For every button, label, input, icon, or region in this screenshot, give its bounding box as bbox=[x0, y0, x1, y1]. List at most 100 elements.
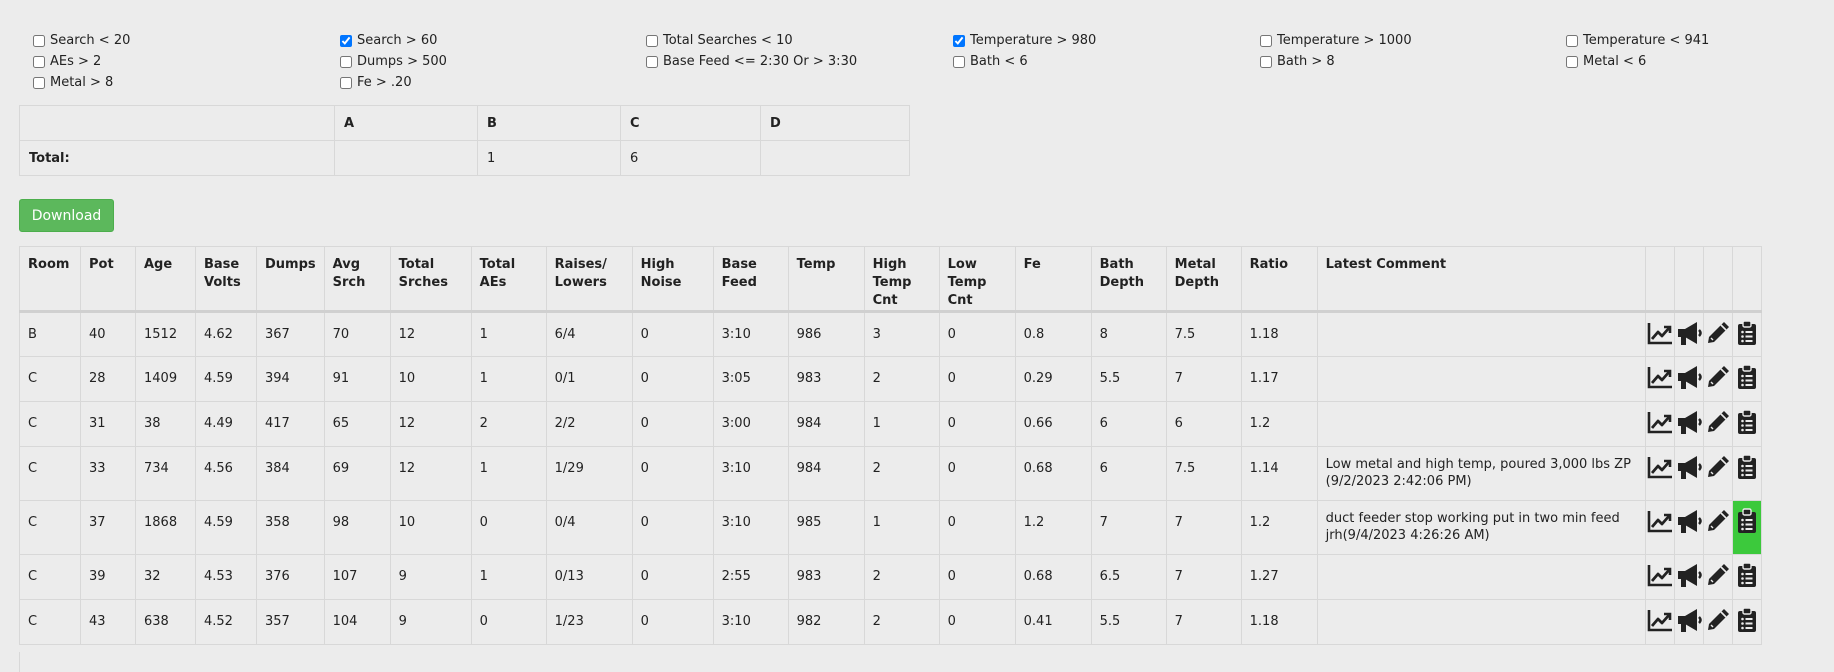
megaphone-button[interactable] bbox=[1673, 599, 1704, 645]
cell-bath-depth: 6 bbox=[1090, 401, 1167, 447]
cell-total-srches: 12 bbox=[389, 446, 472, 501]
filter-option[interactable]: Metal > 8 bbox=[32, 72, 130, 93]
column-header-action bbox=[1702, 246, 1733, 312]
cell-high-temp-cnt: 3 bbox=[863, 311, 940, 357]
chart-button[interactable] bbox=[1644, 500, 1675, 555]
clipboard-button[interactable] bbox=[1731, 554, 1762, 600]
megaphone-button[interactable] bbox=[1673, 356, 1704, 402]
megaphone-button[interactable] bbox=[1673, 554, 1704, 600]
column-header-metal-depth[interactable]: Metal Depth bbox=[1165, 246, 1242, 312]
filter-option[interactable]: Temperature < 941 bbox=[1565, 30, 1709, 51]
filter-option[interactable]: Temperature > 1000 bbox=[1259, 30, 1412, 51]
download-button[interactable]: Download bbox=[19, 199, 114, 232]
cell-pot: 37 bbox=[80, 500, 136, 555]
pencil-button[interactable] bbox=[1702, 554, 1733, 600]
column-header-high-temp-cnt[interactable]: High Temp Cnt bbox=[863, 246, 940, 312]
cell-ratio: 1.18 bbox=[1240, 311, 1318, 357]
filter-option[interactable]: Search > 60 bbox=[339, 30, 447, 51]
pencil-button[interactable] bbox=[1702, 356, 1733, 402]
column-header-high-noise[interactable]: High Noise bbox=[631, 246, 714, 312]
chart-button[interactable] bbox=[1644, 311, 1675, 357]
filter-option[interactable]: Fe > .20 bbox=[339, 72, 447, 93]
filter-checkbox[interactable] bbox=[646, 34, 658, 47]
column-header-avg-srch[interactable]: Avg Srch bbox=[323, 246, 391, 312]
column-header-ratio[interactable]: Ratio bbox=[1240, 246, 1318, 312]
column-header-dumps[interactable]: Dumps bbox=[256, 246, 325, 312]
pencil-button[interactable] bbox=[1702, 446, 1733, 501]
megaphone-button[interactable] bbox=[1673, 446, 1704, 501]
cell-fe: 0.41 bbox=[1014, 599, 1092, 645]
filter-option[interactable]: AEs > 2 bbox=[32, 51, 130, 72]
filter-checkbox[interactable] bbox=[340, 55, 352, 68]
chart-button[interactable] bbox=[1644, 446, 1675, 501]
column-header-latest-comment[interactable]: Latest Comment bbox=[1316, 246, 1646, 312]
filter-label: Search < 20 bbox=[50, 33, 131, 48]
summary-header-a: A bbox=[334, 105, 478, 141]
filter-checkbox[interactable] bbox=[1260, 34, 1272, 47]
column-header-temp[interactable]: Temp bbox=[787, 246, 865, 312]
column-header-room[interactable]: Room bbox=[19, 246, 81, 312]
filter-checkbox[interactable] bbox=[646, 55, 658, 68]
cell-temp: 983 bbox=[787, 356, 865, 402]
filter-checkbox[interactable] bbox=[953, 34, 965, 47]
cell-latest-comment bbox=[1316, 554, 1646, 600]
cell-pot: 40 bbox=[80, 311, 136, 357]
filter-option[interactable]: Bath < 6 bbox=[952, 51, 1096, 72]
filter-checkbox[interactable] bbox=[1566, 55, 1578, 68]
clipboard-button[interactable] bbox=[1731, 356, 1762, 402]
cell-temp: 983 bbox=[787, 554, 865, 600]
cell-latest-comment: duct feeder stop working put in two min … bbox=[1316, 500, 1646, 555]
filter-option[interactable]: Metal < 6 bbox=[1565, 51, 1709, 72]
filter-option[interactable]: Temperature > 980 bbox=[952, 30, 1096, 51]
megaphone-button[interactable] bbox=[1673, 311, 1704, 357]
megaphone-button[interactable] bbox=[1673, 401, 1704, 447]
column-header-age[interactable]: Age bbox=[135, 246, 196, 312]
pencil-button[interactable] bbox=[1702, 500, 1733, 555]
cell-age: 734 bbox=[135, 446, 196, 501]
filter-option[interactable]: Base Feed <= 2:30 Or > 3:30 bbox=[645, 51, 857, 72]
filter-checkbox[interactable] bbox=[953, 55, 965, 68]
column-header-pot[interactable]: Pot bbox=[80, 246, 136, 312]
column-header-total-srches[interactable]: Total Srches bbox=[389, 246, 472, 312]
pencil-button[interactable] bbox=[1702, 311, 1733, 357]
filter-checkbox[interactable] bbox=[340, 76, 352, 89]
clipboard-button[interactable] bbox=[1731, 311, 1762, 357]
column-header-base-volts[interactable]: Base Volts bbox=[195, 246, 257, 312]
pencil-icon bbox=[1704, 456, 1732, 485]
cell-low-temp-cnt: 0 bbox=[938, 500, 1016, 555]
column-header-bath-depth[interactable]: Bath Depth bbox=[1090, 246, 1167, 312]
filter-option[interactable]: Bath > 8 bbox=[1259, 51, 1412, 72]
filter-checkbox[interactable] bbox=[33, 55, 45, 68]
pencil-button[interactable] bbox=[1702, 401, 1733, 447]
chart-button[interactable] bbox=[1644, 356, 1675, 402]
filter-option[interactable]: Search < 20 bbox=[32, 30, 130, 51]
cell-avg-srch: 104 bbox=[323, 599, 391, 645]
chart-button[interactable] bbox=[1644, 599, 1675, 645]
cell-low-temp-cnt: 0 bbox=[938, 356, 1016, 402]
column-header-total-aes[interactable]: Total AEs bbox=[470, 246, 547, 312]
clipboard-button[interactable] bbox=[1731, 500, 1762, 555]
clipboard-button[interactable] bbox=[1731, 401, 1762, 447]
filter-panel: Search < 20 AEs > 2 Metal > 8 Search > 60 Du… bbox=[0, 0, 1834, 100]
table-row: C 33 734 4.56 384 69 12 1 1/29 0 3:10 984 2 0 0.68 6 7.5… bbox=[19, 446, 1762, 501]
column-header-raises-lowers[interactable]: Raises/ Lowers bbox=[545, 246, 633, 312]
cell-raises-lowers: 1/29 bbox=[545, 446, 633, 501]
chart-button[interactable] bbox=[1644, 401, 1675, 447]
column-header-fe[interactable]: Fe bbox=[1014, 246, 1092, 312]
clipboard-button[interactable] bbox=[1731, 599, 1762, 645]
filter-checkbox[interactable] bbox=[33, 76, 45, 89]
column-header-base-feed[interactable]: Base Feed bbox=[712, 246, 789, 312]
filter-checkbox[interactable] bbox=[33, 34, 45, 47]
filter-option[interactable]: Dumps > 500 bbox=[339, 51, 447, 72]
filter-checkbox[interactable] bbox=[1260, 55, 1272, 68]
chart-button[interactable] bbox=[1644, 554, 1675, 600]
pencil-icon bbox=[1704, 564, 1732, 593]
cell-base-volts: 4.56 bbox=[195, 446, 257, 501]
filter-checkbox[interactable] bbox=[1566, 34, 1578, 47]
filter-checkbox[interactable] bbox=[340, 34, 352, 47]
megaphone-button[interactable] bbox=[1673, 500, 1704, 555]
pencil-button[interactable] bbox=[1702, 599, 1733, 645]
filter-option[interactable]: Total Searches < 10 bbox=[645, 30, 857, 51]
clipboard-button[interactable] bbox=[1731, 446, 1762, 501]
column-header-low-temp-cnt[interactable]: Low Temp Cnt bbox=[938, 246, 1016, 312]
